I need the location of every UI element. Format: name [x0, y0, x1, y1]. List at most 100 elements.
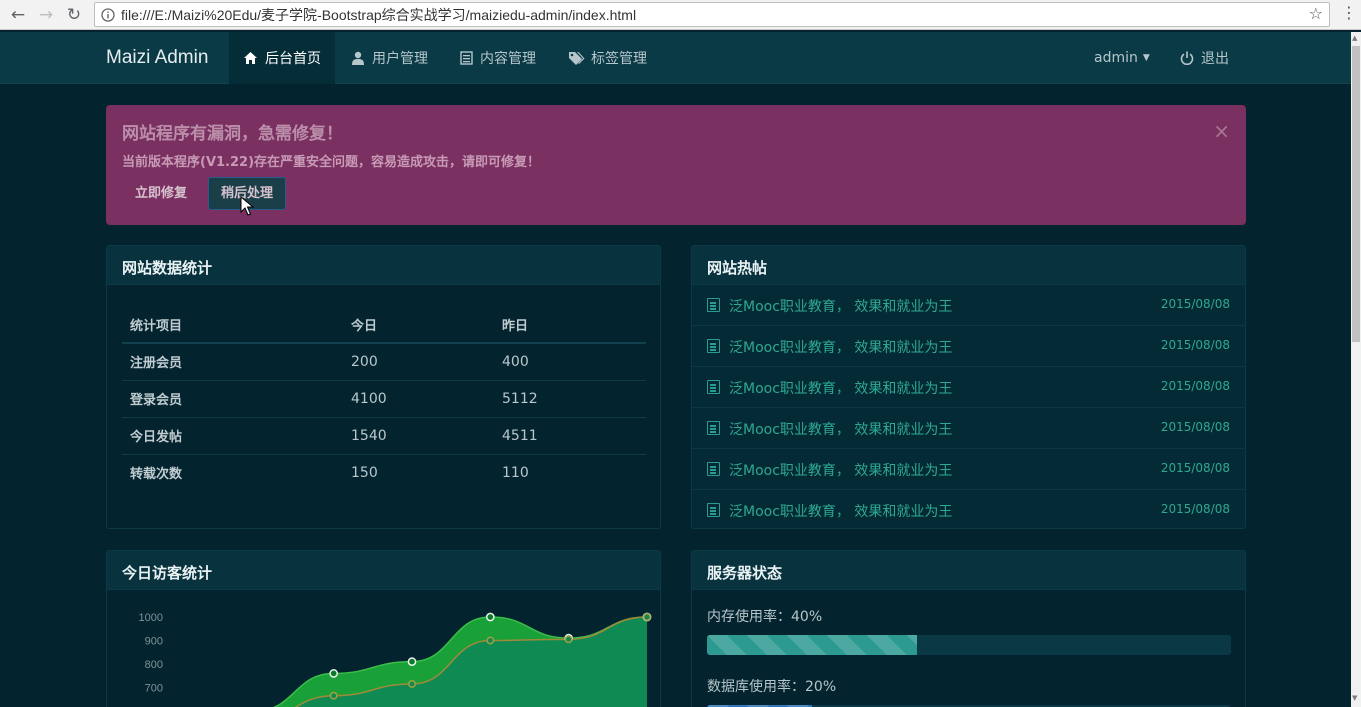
- fix-now-button[interactable]: 立即修复: [124, 178, 198, 210]
- post-title-link[interactable]: 泛Mooc职业教育， 效果和就业为王: [729, 296, 952, 316]
- list-item[interactable]: 泛Mooc职业教育， 效果和就业为王 2015/08/08: [692, 285, 1245, 326]
- table-row: 注册会员 200 400: [122, 343, 646, 381]
- post-title-link[interactable]: 泛Mooc职业教育， 效果和就业为王: [729, 378, 952, 398]
- list-item[interactable]: 泛Mooc职业教育， 效果和就业为王 2015/08/08: [692, 367, 1245, 408]
- memory-progress-bar: [707, 635, 917, 655]
- nav-item-label: 后台首页: [265, 51, 321, 67]
- table-header-row: 统计项目 今日 昨日: [122, 306, 646, 344]
- y-tick-label: 800: [145, 659, 163, 671]
- chart-area: 1000 900 800 700: [107, 590, 660, 707]
- nav-item-content[interactable]: 内容管理: [446, 32, 550, 84]
- browser-menu-icon[interactable]: ⋮: [1341, 3, 1357, 27]
- post-date: 2015/08/08: [1160, 338, 1230, 352]
- list-item[interactable]: 泛Mooc职业教育， 效果和就业为王 2015/08/08: [692, 408, 1245, 449]
- nav-item-label: 用户管理: [372, 51, 428, 67]
- list-item[interactable]: 泛Mooc职业教育， 效果和就业为王 2015/08/08: [692, 326, 1245, 367]
- data-point[interactable]: [485, 612, 495, 622]
- post-title-link[interactable]: 泛Mooc职业教育， 效果和就业为王: [729, 419, 952, 439]
- column-header: 昨日: [494, 306, 646, 344]
- data-point[interactable]: [564, 635, 573, 644]
- document-icon: [707, 421, 720, 435]
- url-text: file:///E:/Maizi%20Edu/麦子学院-Bootstrap综合实…: [121, 6, 637, 23]
- nav-item-users[interactable]: 用户管理: [337, 32, 442, 84]
- post-title-link[interactable]: 泛Mooc职业教育， 效果和就业为王: [729, 460, 952, 480]
- panel-title: 网站数据统计: [107, 246, 660, 285]
- security-alert: 网站程序有漏洞，急需修复！ 当前版本程序(V1.22)存在严重安全问题，容易造成…: [106, 105, 1246, 225]
- panel-title: 今日访客统计: [107, 551, 660, 590]
- y-tick-label: 900: [145, 636, 163, 648]
- post-date: 2015/08/08: [1160, 461, 1230, 475]
- scroll-thumb[interactable]: [1352, 46, 1360, 342]
- y-tick-label: 700: [145, 683, 163, 695]
- user-dropdown[interactable]: admin ▼: [1080, 32, 1164, 84]
- alert-message: 当前版本程序(V1.22)存在严重安全问题，容易造成攻击，请即可修复！: [122, 155, 541, 170]
- document-icon: [707, 380, 720, 394]
- power-icon: [1180, 51, 1194, 65]
- data-point[interactable]: [408, 680, 416, 688]
- list-item[interactable]: 泛Mooc职业教育， 效果和就业为王 2015/08/08: [692, 449, 1245, 490]
- y-tick-label: 1000: [139, 612, 163, 624]
- today-value: 4100: [343, 380, 494, 418]
- table-row: 今日发帖 1540 4511: [122, 417, 646, 455]
- tags-icon: [569, 52, 585, 65]
- data-point[interactable]: [329, 669, 339, 678]
- today-value: 150: [351, 464, 378, 481]
- stats-table: 统计项目 今日 昨日 注册会员 200 400 登录会员 4100 5112 今…: [122, 306, 646, 491]
- info-icon: [101, 7, 115, 22]
- column-header: 今日: [343, 306, 494, 344]
- reload-icon[interactable]: ↻: [60, 1, 88, 29]
- close-icon[interactable]: ×: [1213, 119, 1230, 143]
- row-name: 注册会员: [122, 343, 343, 381]
- visitor-chart-panel: 今日访客统计 1000 900 800 700: [106, 550, 661, 707]
- post-date: 2015/08/08: [1160, 420, 1230, 434]
- hot-posts-panel: 网站热帖 泛Mooc职业教育， 效果和就业为王 2015/08/08 泛Mooc…: [691, 245, 1246, 529]
- document-icon: [707, 462, 720, 476]
- nav-item-label: 内容管理: [480, 51, 536, 67]
- scroll-up-icon[interactable]: ▲: [1352, 34, 1357, 42]
- post-title-link[interactable]: 泛Mooc职业教育， 效果和就业为王: [729, 501, 952, 521]
- visitor-area-chart: 1000 900 800 700: [139, 612, 652, 707]
- table-row: 转载次数 150 110: [122, 454, 646, 491]
- browser-toolbar: ← → ↻ file:///E:/Maizi%20Edu/麦子学院-Bootst…: [0, 0, 1361, 30]
- db-usage-label: 数据库使用率：20%: [707, 679, 837, 695]
- post-title-link[interactable]: 泛Mooc职业教育， 效果和就业为王: [729, 337, 952, 357]
- column-header: 统计项目: [122, 306, 343, 344]
- document-icon: [707, 298, 720, 312]
- today-value: 200: [343, 343, 494, 381]
- alert-title: 网站程序有漏洞，急需修复！: [122, 124, 343, 144]
- post-date: 2015/08/08: [1160, 379, 1230, 393]
- memory-progress: [707, 635, 1231, 655]
- data-point[interactable]: [643, 613, 651, 621]
- data-point[interactable]: [407, 657, 417, 667]
- page-scrollbar[interactable]: ▲ ▼: [1351, 32, 1361, 707]
- nav-item-tags[interactable]: 标签管理: [554, 32, 661, 84]
- forward-icon[interactable]: →: [32, 1, 60, 29]
- list-item[interactable]: 泛Mooc职业教育， 效果和就业为王 2015/08/08: [692, 490, 1245, 528]
- yesterday-value: 5112: [494, 380, 646, 418]
- bookmark-star-icon[interactable]: ☆: [1309, 4, 1323, 23]
- row-name: 今日发帖: [122, 417, 343, 455]
- table-row: 登录会员 4100 5112: [122, 380, 646, 418]
- yesterday-value: 400: [494, 343, 646, 381]
- row-name: 转载次数: [130, 467, 183, 483]
- data-point[interactable]: [486, 636, 495, 645]
- caret-down-icon: ▼: [1142, 53, 1150, 63]
- nav-item-home[interactable]: 后台首页: [229, 32, 335, 84]
- brand-logo[interactable]: Maizi Admin: [106, 47, 208, 69]
- nav-item-label: 标签管理: [591, 51, 647, 67]
- back-icon[interactable]: ←: [4, 1, 32, 29]
- top-navbar: Maizi Admin 后台首页 用户管理 内容管理 标签管理 admin ▼ …: [0, 32, 1351, 84]
- document-icon: [707, 503, 720, 517]
- user-icon: [352, 51, 364, 65]
- logout-link[interactable]: 退出: [1166, 32, 1243, 84]
- home-icon: [244, 52, 257, 64]
- panel-title: 服务器状态: [692, 551, 1245, 590]
- memory-usage-label: 内存使用率：40%: [707, 609, 823, 625]
- data-point[interactable]: [329, 691, 338, 700]
- scroll-down-icon[interactable]: ▼: [1352, 694, 1357, 702]
- address-bar[interactable]: file:///E:/Maizi%20Edu/麦子学院-Bootstrap综合实…: [94, 2, 1330, 27]
- stats-panel: 网站数据统计 统计项目 今日 昨日 注册会员 200 400 登录会员 4100…: [106, 245, 661, 529]
- yesterday-value: 4511: [494, 417, 646, 455]
- logout-label: 退出: [1201, 51, 1229, 67]
- list-icon: [460, 51, 473, 65]
